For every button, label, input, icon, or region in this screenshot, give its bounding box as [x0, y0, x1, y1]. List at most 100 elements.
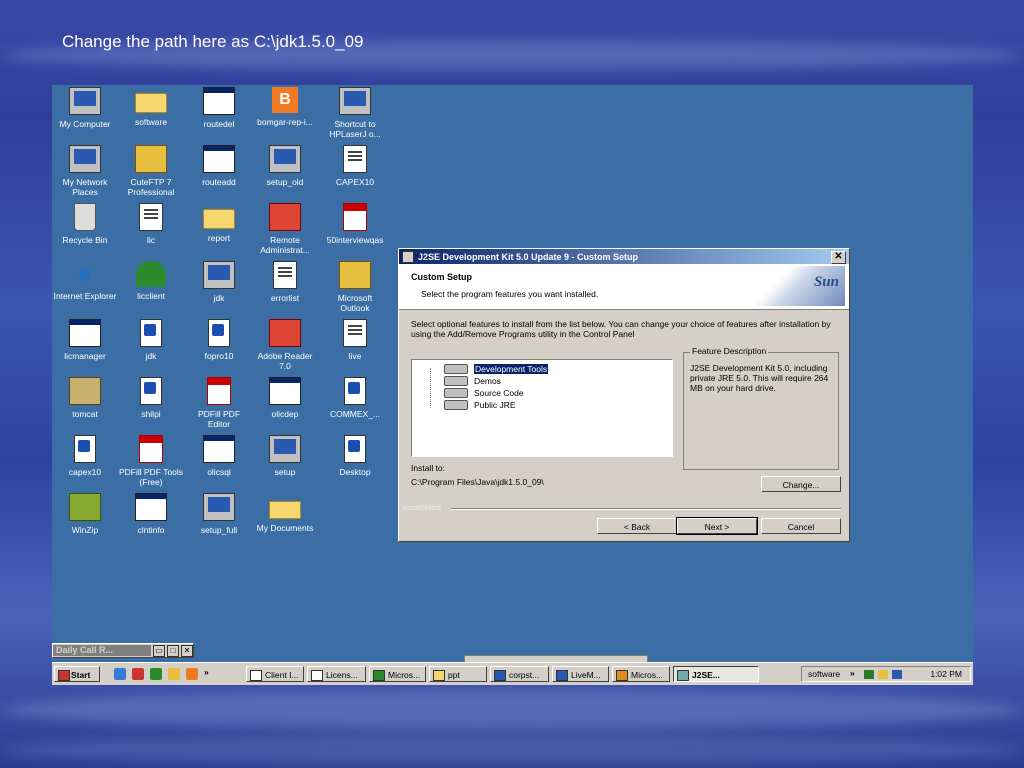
- desktop-icon[interactable]: errorlist: [252, 261, 318, 303]
- restore-icon[interactable]: ▭: [153, 644, 165, 657]
- feature-label: Public JRE: [474, 399, 516, 410]
- desktop-icon[interactable]: Desktop: [322, 435, 388, 477]
- desktop-icon[interactable]: CAPEX10: [322, 145, 388, 187]
- dropdown-icon[interactable]: [444, 375, 468, 386]
- taskbar-item[interactable]: Micros...: [612, 666, 670, 682]
- desktop-icon[interactable]: jdk: [118, 319, 184, 361]
- feature-description-text: J2SE Development Kit 5.0, including priv…: [690, 363, 829, 393]
- desktop-icon[interactable]: lic: [118, 203, 184, 245]
- desktop-icon-label: routedel: [203, 119, 235, 129]
- network-icon[interactable]: [864, 670, 874, 679]
- tray-app-icon[interactable]: [892, 670, 902, 679]
- desktop-icon[interactable]: routedel: [186, 87, 252, 129]
- desktop-icon-label: live: [348, 351, 362, 361]
- dropdown-icon[interactable]: [444, 387, 468, 398]
- installshield-label: InstallShield: [403, 505, 441, 512]
- desktop-icon[interactable]: COMMEX_...: [322, 377, 388, 419]
- taskbar-item[interactable]: Licens...: [307, 666, 366, 682]
- desktop-icon[interactable]: shilpi: [118, 377, 184, 419]
- maximize-icon[interactable]: □: [167, 644, 179, 657]
- desktop-icon[interactable]: setup_old: [252, 145, 318, 187]
- desktop-icon[interactable]: Bbomgar-rep-i...: [252, 87, 318, 127]
- desktop-icon[interactable]: 50interviewqas: [322, 203, 388, 245]
- dropdown-icon[interactable]: [444, 363, 468, 374]
- desktop-icon[interactable]: My Network Places: [52, 145, 118, 197]
- desktop-icon[interactable]: routeadd: [186, 145, 252, 187]
- desktop-icon[interactable]: licclient: [118, 261, 184, 301]
- close-icon[interactable]: ✕: [181, 644, 193, 657]
- tray-app-icon[interactable]: [878, 670, 888, 679]
- minimized-window-bar[interactable]: Daily Call R... ▭ □ ✕: [52, 643, 194, 658]
- desktop-icon[interactable]: CuteFTP 7 Professional: [118, 145, 184, 197]
- desktop-icon[interactable]: live: [322, 319, 388, 361]
- desktop-icon-label: PDFill PDF Tools (Free): [118, 467, 184, 487]
- desktop-icon[interactable]: Adobe Reader 7.0: [252, 319, 318, 371]
- script-icon: [140, 377, 162, 405]
- next-button[interactable]: Next >: [676, 517, 758, 535]
- desktop-icon-label: CuteFTP 7 Professional: [127, 177, 175, 197]
- taskbar-item[interactable]: Micros...: [369, 666, 426, 682]
- desktop-icon[interactable]: report: [186, 203, 252, 243]
- desktop-icon-label: PDFill PDF Editor: [197, 409, 241, 429]
- desktop-icon[interactable]: e Internet Explorer: [52, 261, 118, 301]
- desktop-icon[interactable]: Microsoft Outlook: [322, 261, 388, 313]
- instructions-text: Select optional features to install from…: [411, 319, 831, 339]
- desktop-icon[interactable]: olicdep: [252, 377, 318, 419]
- tray-more[interactable]: »: [850, 668, 855, 678]
- taskbar-item[interactable]: LiveM...: [552, 666, 609, 682]
- desktop-icon[interactable]: jdk: [186, 261, 252, 303]
- desktop-icon[interactable]: PDFill PDF Tools (Free): [118, 435, 184, 487]
- desktop-icon[interactable]: PDFill PDF Editor: [186, 377, 252, 429]
- feature-description-box: Feature Description J2SE Development Kit…: [683, 346, 839, 470]
- desktop-icon[interactable]: tomcat: [52, 377, 118, 419]
- desktop-icon[interactable]: My Documents: [252, 493, 318, 533]
- desktop-icon[interactable]: WinZip: [52, 493, 118, 535]
- desktop-icon-label: My Computer: [59, 119, 111, 129]
- change-button[interactable]: Change...: [761, 476, 841, 492]
- desktop-icon[interactable]: setup_full: [186, 493, 252, 535]
- desktop-icon[interactable]: capex10: [52, 435, 118, 477]
- desktop-icon[interactable]: software: [118, 87, 184, 127]
- desktop-icon[interactable]: My Computer: [52, 87, 118, 129]
- desktop-icon[interactable]: clntinfo: [118, 493, 184, 535]
- back-button[interactable]: < Back: [597, 518, 677, 534]
- taskbar-item-active[interactable]: J2SE...: [673, 666, 759, 682]
- dropdown-icon[interactable]: [444, 399, 468, 410]
- feature-tree[interactable]: Development Tools Demos Source Code Publ…: [411, 359, 673, 457]
- taskbar-item[interactable]: corpst...: [490, 666, 549, 682]
- taskbar-item-label: J2SE...: [692, 670, 720, 680]
- excel-icon: [373, 670, 385, 681]
- quicklaunch-more[interactable]: »: [204, 667, 209, 677]
- feature-source-code[interactable]: Source Code: [444, 387, 524, 398]
- internet-explorer-icon[interactable]: [114, 668, 126, 680]
- tray-toolbar-label[interactable]: software: [808, 669, 840, 679]
- edit-icon[interactable]: [168, 668, 180, 680]
- desktop-icon-label: licclient: [137, 291, 165, 301]
- feature-demos[interactable]: Demos: [444, 375, 501, 386]
- close-button[interactable]: ✕: [831, 251, 846, 264]
- desktop-icon[interactable]: olicsql: [186, 435, 252, 477]
- desktop-icon[interactable]: fopro10: [186, 319, 252, 361]
- desktop-icon-label: Internet Explorer: [53, 291, 117, 301]
- window-icon: [203, 87, 235, 115]
- tree-icon[interactable]: [150, 668, 162, 680]
- taskbar-item[interactable]: Client I...: [246, 666, 304, 682]
- document-icon: [139, 203, 163, 231]
- desktop-icon[interactable]: Recycle Bin: [52, 203, 118, 245]
- recycle-bin-icon: [74, 203, 96, 231]
- cancel-button[interactable]: Cancel: [761, 518, 841, 534]
- desktop-icon[interactable]: Shortcut to HPLaserJ o...: [322, 87, 388, 139]
- header-subtitle: Select the program features you want ins…: [421, 289, 599, 299]
- bomgar-icon[interactable]: [186, 668, 198, 680]
- desktop-icon-label: COMMEX_...: [329, 409, 381, 419]
- acrobat-icon[interactable]: [132, 668, 144, 680]
- dialog-titlebar[interactable]: J2SE Development Kit 5.0 Update 9 - Cust…: [399, 249, 849, 264]
- desktop-icon[interactable]: licmanager: [52, 319, 118, 361]
- desktop-icon[interactable]: Remote Administrat...: [252, 203, 318, 255]
- feature-development-tools[interactable]: Development Tools: [444, 363, 549, 374]
- desktop-icon[interactable]: setup: [252, 435, 318, 477]
- feature-public-jre[interactable]: Public JRE: [444, 399, 516, 410]
- start-button[interactable]: Start: [54, 666, 100, 682]
- taskbar-item[interactable]: ppt: [429, 666, 487, 682]
- desktop-icon-label: Remote Administrat...: [260, 235, 310, 255]
